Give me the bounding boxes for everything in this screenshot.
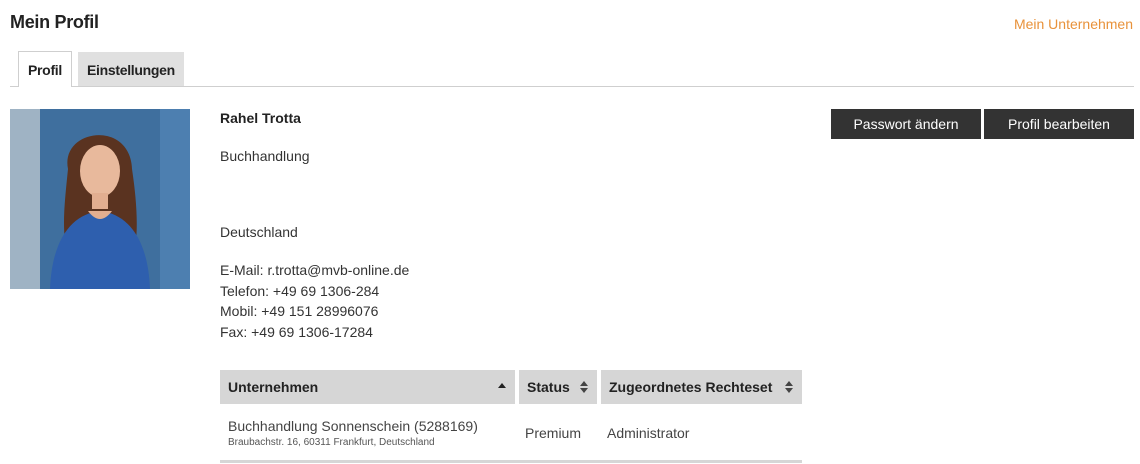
profile-photo: [10, 109, 190, 289]
edit-profile-button[interactable]: Profil bearbeiten: [984, 109, 1134, 139]
column-header-status[interactable]: Status: [517, 370, 601, 404]
page-title: Mein Profil: [10, 12, 99, 32]
caret-up-icon: [498, 383, 506, 388]
change-password-button[interactable]: Passwort ändern: [831, 109, 981, 139]
sort-icon: [580, 381, 588, 393]
profile-country: Deutschland: [220, 224, 298, 240]
profile-organization: Buchhandlung: [220, 148, 310, 164]
company-address: Braubachstr. 16, 60311 Frankfurt, Deutsc…: [228, 436, 435, 448]
rights-cell: Administrator: [599, 404, 802, 463]
profile-name: Rahel Trotta: [220, 110, 301, 126]
column-label-company: Unternehmen: [228, 379, 319, 395]
column-label-status: Status: [527, 379, 570, 395]
companies-table: Unternehmen Status Zugeordnetes Rechtese…: [220, 370, 802, 463]
table-row: Buchhandlung Sonnenschein (5288169) Brau…: [220, 404, 802, 463]
fax-line: Fax: +49 69 1306-17284: [220, 323, 373, 340]
mobile-line: Mobil: +49 151 28996076: [220, 303, 379, 319]
profile-info: Rahel Trotta Buchhandlung Deutschland E-…: [220, 110, 409, 340]
status-cell: Premium: [517, 404, 599, 463]
column-header-company[interactable]: Unternehmen: [220, 370, 519, 404]
company-cell: Buchhandlung Sonnenschein (5288169) Brau…: [220, 404, 517, 463]
sort-icon: [785, 381, 793, 393]
tab-profile[interactable]: Profil: [18, 51, 72, 87]
tab-settings[interactable]: Einstellungen: [77, 52, 184, 86]
contact-details: E-Mail: r.trotta@mvb-online.de Telefon: …: [220, 260, 409, 342]
email-line: E-Mail: r.trotta@mvb-online.de: [220, 262, 410, 278]
tab-bar: Profil Einstellungen: [10, 51, 1134, 87]
column-label-rights: Zugeordnetes Rechteset: [609, 379, 773, 395]
phone-line: Telefon: +49 69 1306-284: [220, 282, 380, 299]
company-name: Buchhandlung Sonnenschein (5288169): [228, 417, 478, 434]
my-company-link[interactable]: Mein Unternehmen: [1014, 16, 1133, 32]
column-header-rights[interactable]: Zugeordnetes Rechteset: [599, 370, 802, 404]
